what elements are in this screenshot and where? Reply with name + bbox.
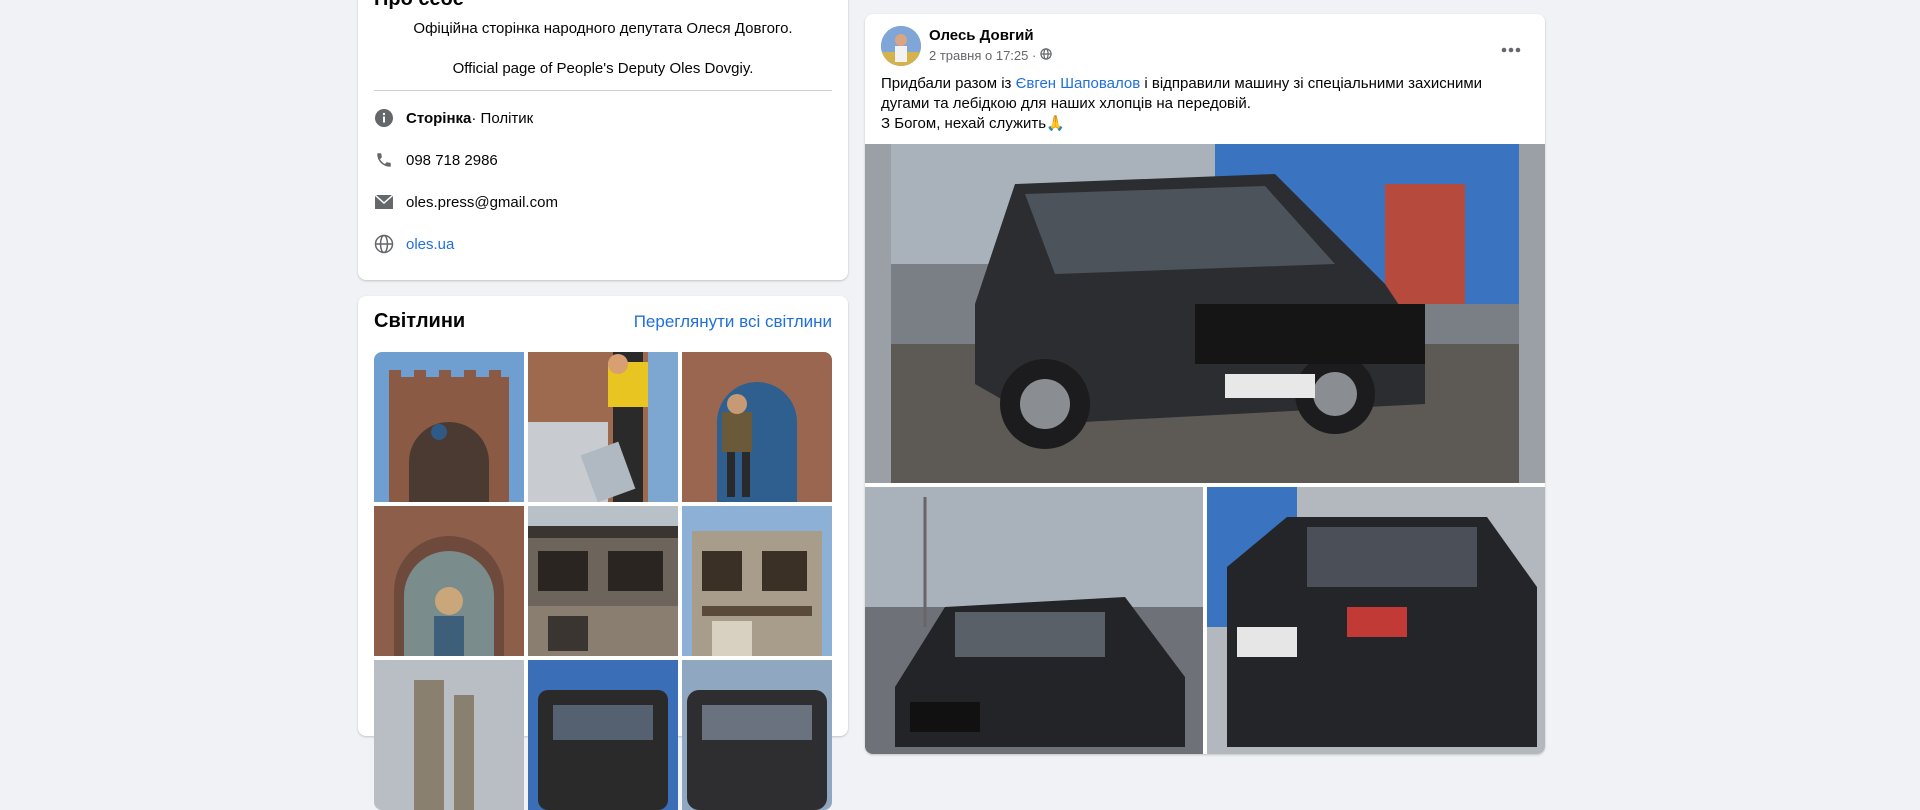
post-photo-tertiary[interactable]	[1207, 487, 1545, 754]
about-title: Про себе	[374, 0, 464, 11]
see-all-photos-link[interactable]: Переглянути всі світлини	[634, 312, 832, 332]
photo-thumbnail[interactable]	[374, 352, 524, 502]
website-row: oles.ua	[374, 232, 454, 256]
photos-title: Світлини	[374, 310, 466, 332]
category-label: Сторінка	[406, 109, 472, 127]
post-author-name[interactable]: Олесь Довгий	[929, 27, 1034, 44]
email-row: oles.press@gmail.com	[374, 190, 558, 214]
bio-ukrainian: Офіційна сторінка народного депутата Оле…	[413, 20, 793, 37]
post-text-start: Придбали разом із	[881, 75, 1016, 92]
photo-thumbnail[interactable]	[528, 352, 678, 502]
photo-thumbnail[interactable]	[682, 352, 832, 502]
more-options-icon[interactable]	[1493, 32, 1529, 68]
post-text-line2: З Богом, нехай служить🙏	[881, 115, 1065, 132]
phone-number[interactable]: 098 718 2986	[406, 152, 498, 169]
post-photo-secondary[interactable]	[865, 487, 1203, 754]
post-meta: 2 травня о 17:25 ·	[929, 48, 1053, 63]
about-divider	[374, 90, 832, 91]
globe-icon	[374, 234, 394, 254]
website-link[interactable]: oles.ua	[406, 236, 454, 253]
mention-link[interactable]: Євген Шаповалов	[1016, 75, 1141, 92]
post-text: Придбали разом із Євген Шаповалов і відп…	[881, 74, 1521, 134]
info-icon	[374, 108, 394, 128]
category-row: Сторінка · Політик	[374, 106, 533, 130]
photo-thumbnail[interactable]	[682, 660, 832, 810]
category-value: · Політик	[471, 109, 534, 127]
photo-thumbnail[interactable]	[682, 506, 832, 656]
phone-icon	[374, 150, 394, 170]
photo-thumbnail[interactable]	[374, 660, 524, 810]
photo-thumbnail[interactable]	[374, 506, 524, 656]
bio-english: Official page of People's Deputy Oles Do…	[452, 60, 754, 77]
post-photo-main[interactable]	[865, 144, 1545, 483]
phone-row: 098 718 2986	[374, 148, 498, 172]
post-card: Олесь Довгий 2 травня о 17:25 · Придбали…	[865, 14, 1545, 754]
email-address[interactable]: oles.press@gmail.com	[406, 194, 558, 211]
photos-card: Світлини Переглянути всі світлини	[358, 296, 848, 810]
author-avatar[interactable]	[881, 26, 921, 66]
envelope-icon	[374, 192, 394, 212]
photo-thumbnail[interactable]	[528, 660, 678, 810]
globe-icon	[1040, 48, 1053, 63]
about-card: Про себе Офіційна сторінка народного деп…	[358, 0, 848, 280]
photo-thumbnail[interactable]	[528, 506, 678, 656]
post-timestamp[interactable]: 2 травня о 17:25 ·	[929, 48, 1036, 63]
photo-grid	[374, 352, 832, 810]
